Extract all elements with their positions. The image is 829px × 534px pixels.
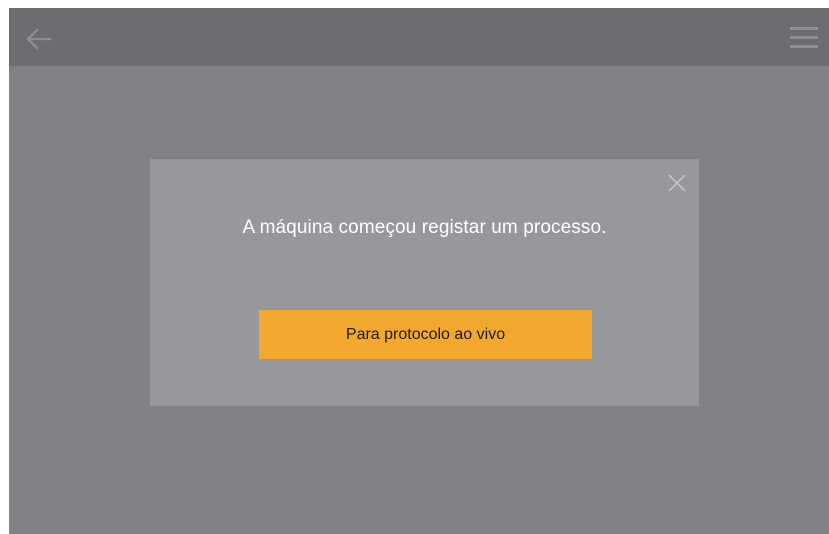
close-button[interactable]	[667, 173, 687, 193]
top-bar	[9, 8, 829, 66]
notification-dialog: A máquina começou registar um processo. …	[150, 159, 699, 406]
hamburger-menu-icon	[790, 27, 818, 48]
arrow-left-icon	[26, 28, 52, 50]
live-protocol-button[interactable]: Para protocolo ao vivo	[259, 310, 592, 359]
back-button[interactable]	[23, 26, 53, 52]
app-screen: A máquina começou registar um processo. …	[9, 8, 829, 534]
menu-button[interactable]	[789, 25, 819, 51]
close-icon	[668, 174, 686, 192]
dialog-message: A máquina começou registar um processo.	[242, 217, 607, 238]
